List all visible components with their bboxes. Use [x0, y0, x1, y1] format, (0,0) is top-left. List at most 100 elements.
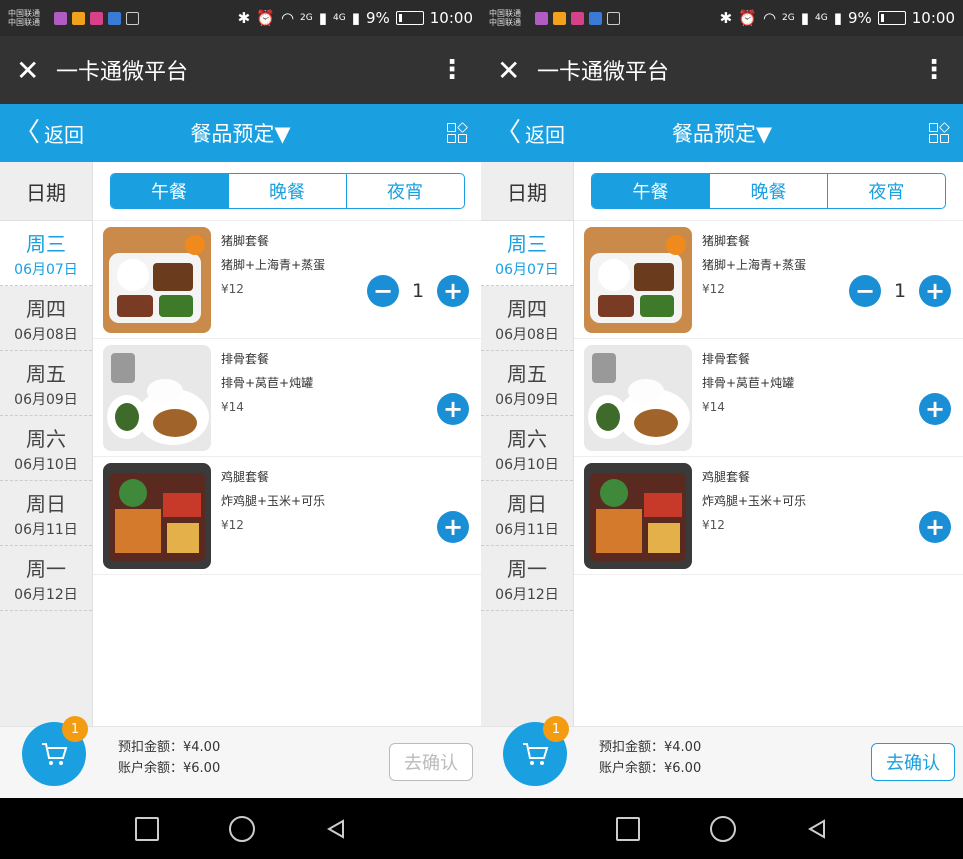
battery-icon — [395, 11, 424, 25]
tab-dinner[interactable]: 晚餐 — [709, 174, 827, 208]
signal-icon: ▮ — [351, 9, 360, 27]
home-icon[interactable] — [228, 815, 255, 842]
meal-photo-fried-chicken — [584, 463, 692, 569]
tab-late-night[interactable]: 夜宵 — [827, 174, 945, 208]
recent-apps-icon[interactable] — [134, 816, 159, 841]
date-sidebar: 日期 周三 06月07日 周四 06月08日 周五 06月09日 周六 06月10日 周… — [481, 162, 574, 726]
date-item-fri[interactable]: 周五 06月09日 — [0, 351, 92, 416]
wechat-title: 一卡通微平台 — [56, 60, 189, 85]
date-item-thu[interactable]: 周四 06月08日 — [481, 286, 573, 351]
wifi-icon: ◠ — [280, 9, 295, 27]
bluetooth-icon: ✱ — [719, 9, 733, 27]
apps-grid-icon[interactable] — [929, 122, 950, 143]
cart-button[interactable]: 1 — [503, 716, 569, 786]
cart-count-badge: 1 — [543, 716, 569, 742]
meal-item: 猪脚套餐 猪脚+上海青+蒸蛋 ¥12 − 1 + — [93, 221, 481, 339]
recent-apps-icon[interactable] — [616, 816, 640, 841]
meal-item: 鸡腿套餐 炸鸡腿+玉米+可乐 ¥12 + — [574, 457, 963, 575]
decrease-quantity-button[interactable]: − — [849, 275, 881, 307]
app-header: 〈返回 餐品预定▼ — [0, 104, 481, 162]
meal-order-dropdown[interactable]: 餐品预定▼ — [672, 122, 772, 146]
quantity-value: 1 — [411, 280, 425, 302]
tab-late-night[interactable]: 夜宵 — [345, 174, 464, 208]
phone-screen-left: 中国联通 中国联通 ✱ ⏰ ◠ 2G ▮ 4G ▮ 9% 10:00 ✕ 一卡通… — [0, 0, 481, 859]
clock: 10:00 — [911, 9, 955, 27]
increase-quantity-button[interactable]: + — [437, 511, 469, 543]
date-item-wed[interactable]: 周三 06月07日 — [481, 221, 573, 286]
more-options-icon[interactable]: ⋮ — [921, 55, 947, 85]
app-notification-icon — [90, 11, 103, 25]
home-icon[interactable] — [710, 815, 736, 842]
date-item-sun[interactable]: 周日 06月11日 — [0, 481, 92, 546]
cart-count-badge: 1 — [62, 716, 88, 742]
carrier-label: 中国联通 中国联通 — [8, 9, 40, 27]
date-item-fri[interactable]: 周五 06月09日 — [481, 351, 573, 416]
cart-icon — [523, 743, 549, 765]
decrease-quantity-button[interactable]: − — [367, 275, 399, 307]
wechat-title-bar: ✕ 一卡通微平台 ⋮ — [0, 36, 481, 104]
meal-photo-pork-trotter — [103, 227, 211, 333]
battery-percent: 9% — [365, 9, 390, 27]
gallery-notification-icon — [54, 11, 67, 25]
tab-lunch[interactable]: 午餐 — [110, 174, 228, 208]
app-notification-icon — [72, 11, 85, 25]
chevron-left-icon: 〈 — [495, 118, 522, 148]
date-item-wed[interactable]: 周三 06月07日 — [0, 221, 92, 286]
prepay-amount: 预扣金额：¥4.00 — [599, 740, 702, 755]
meal-price: ¥12 — [221, 518, 244, 532]
date-item-mon[interactable]: 周一 06月12日 — [481, 546, 573, 611]
tab-dinner[interactable]: 晚餐 — [227, 174, 346, 208]
android-nav-bar — [481, 798, 963, 859]
meal-item: 猪脚套餐 猪脚+上海青+蒸蛋 ¥12 − 1 + — [574, 221, 963, 339]
meal-name: 排骨套餐 — [702, 352, 751, 366]
increase-quantity-button[interactable]: + — [919, 393, 951, 425]
signal-icon: ▮ — [800, 9, 809, 27]
meal-desc: 排骨+莴苣+炖罐 — [702, 376, 795, 390]
close-icon[interactable]: ✕ — [16, 54, 56, 87]
meal-price: ¥14 — [221, 400, 244, 414]
increase-quantity-button[interactable]: + — [437, 275, 469, 307]
signal-icon: ▮ — [318, 9, 327, 27]
signal-icon: ▮ — [833, 9, 842, 27]
order-footer: 1 预扣金额：¥4.00 账户余额：¥6.00 去确认 — [481, 716, 963, 799]
confirm-button[interactable]: 去确认 — [871, 743, 955, 781]
increase-quantity-button[interactable]: + — [437, 393, 469, 425]
date-item-sun[interactable]: 周日 06月11日 — [481, 481, 573, 546]
meal-list-panel: 午餐 晚餐 夜宵 猪脚套餐 猪脚+上海青+蒸蛋 ¥12 − 1 + 排骨套餐 排… — [574, 162, 963, 726]
back-button[interactable]: 〈返回 — [495, 119, 565, 148]
wifi-icon: ◠ — [762, 9, 777, 27]
meal-type-tabs: 午餐 晚餐 夜宵 — [591, 173, 946, 209]
meal-name: 排骨套餐 — [221, 352, 270, 366]
screenshot-icon — [607, 11, 620, 25]
back-triangle-icon[interactable] — [806, 818, 828, 840]
increase-quantity-button[interactable]: + — [919, 275, 951, 307]
meal-price: ¥12 — [702, 282, 725, 296]
gallery-notification-icon — [535, 11, 548, 25]
cart-button[interactable]: 1 — [22, 716, 88, 786]
apps-grid-icon[interactable] — [447, 122, 468, 143]
battery-icon — [877, 11, 906, 25]
order-footer: 1 预扣金额：¥4.00 账户余额：¥6.00 去确认 — [0, 716, 481, 799]
status-bar: 中国联通 中国联通 ✱ ⏰ ◠ 2G ▮ 4G ▮ 9% 10:00 — [0, 0, 481, 36]
meal-price: ¥12 — [702, 518, 725, 532]
back-button[interactable]: 〈返回 — [14, 119, 84, 148]
meal-item: 排骨套餐 排骨+莴苣+炖罐 ¥14 + — [574, 339, 963, 457]
back-triangle-icon[interactable] — [325, 818, 347, 840]
date-item-sat[interactable]: 周六 06月10日 — [0, 416, 92, 481]
date-item-mon[interactable]: 周一 06月12日 — [0, 546, 92, 611]
more-options-icon[interactable]: ⋮ — [439, 55, 465, 85]
date-item-sat[interactable]: 周六 06月10日 — [481, 416, 573, 481]
meal-name: 猪脚套餐 — [702, 234, 751, 248]
tab-lunch[interactable]: 午餐 — [592, 174, 709, 208]
meal-order-dropdown[interactable]: 餐品预定▼ — [190, 122, 290, 146]
close-icon[interactable]: ✕ — [497, 54, 537, 87]
meal-name: 猪脚套餐 — [221, 234, 270, 248]
wechat-title: 一卡通微平台 — [537, 60, 670, 85]
date-item-thu[interactable]: 周四 06月08日 — [0, 286, 92, 351]
network-4g-label: 4G — [333, 13, 346, 23]
meal-item: 鸡腿套餐 炸鸡腿+玉米+可乐 ¥12 + — [93, 457, 481, 575]
meal-desc: 猪脚+上海青+蒸蛋 — [221, 258, 326, 272]
network-2g-label: 2G — [300, 13, 313, 23]
date-header: 日期 — [481, 162, 573, 221]
increase-quantity-button[interactable]: + — [919, 511, 951, 543]
